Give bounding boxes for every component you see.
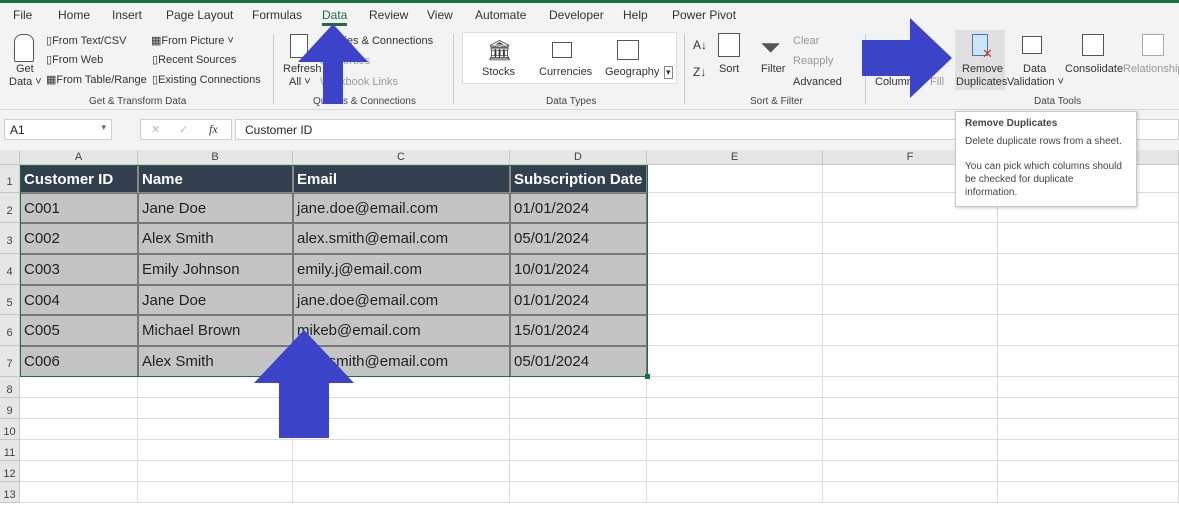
arrow-up-icon — [254, 330, 354, 438]
arrow-up-icon — [298, 24, 368, 104]
annotation-arrows — [254, 18, 952, 438]
arrow-right-icon — [862, 18, 952, 98]
